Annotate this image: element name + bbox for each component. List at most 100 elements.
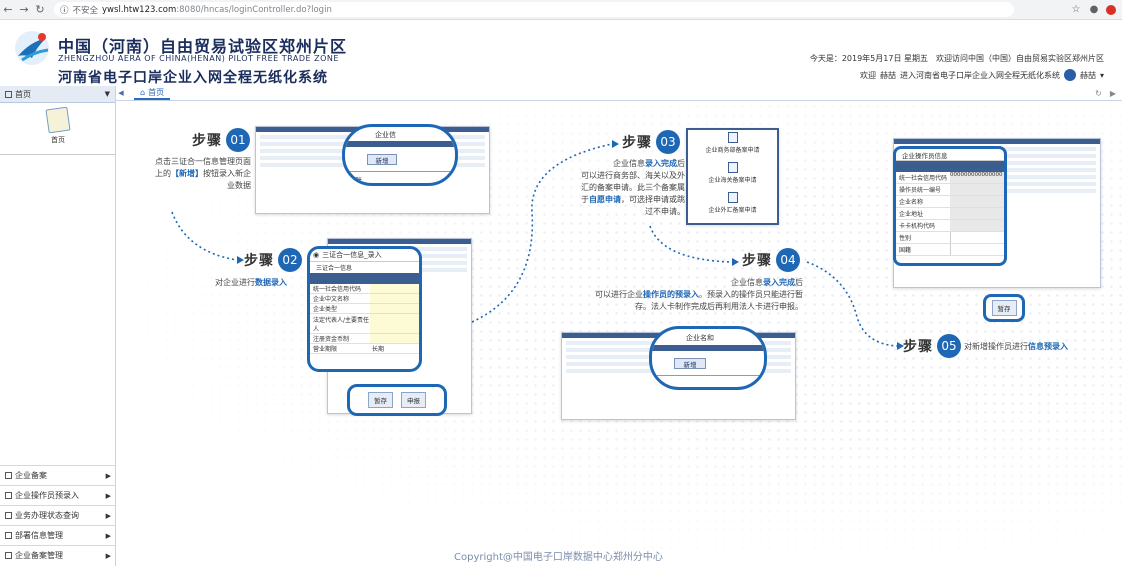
sidebar-item-operator-prerecord[interactable]: 企业操作员预录入 ▶ (0, 485, 116, 505)
desc-highlight: 数据录入 (255, 278, 287, 287)
document-icon (727, 162, 738, 173)
chevron-right-icon: ▶ (105, 551, 111, 560)
avatar[interactable] (1063, 69, 1076, 81)
field-value: 长期 (370, 344, 419, 353)
desc-text: 后 (795, 278, 803, 287)
step-word: 步骤 (742, 253, 772, 269)
address-bar[interactable]: ⓘ 不安全 ywsl.htw123.com:8080/hncas/loginCo… (54, 2, 1014, 17)
field-label: 统一社会信用代码 (313, 286, 362, 293)
shot-label: 企业名和 (686, 334, 714, 342)
desc-highlight: 录入完成 (763, 278, 795, 287)
url-path: :8080/hncas/loginController.do?login (176, 4, 332, 15)
desc-text: 上的 (155, 169, 171, 178)
menu-icon (5, 90, 12, 98)
sidebar-item-status-query[interactable]: 业务办理状态查询 ▶ (0, 505, 116, 525)
tab-home[interactable]: ⌂ 首页 (134, 86, 171, 100)
desc-text: 对新增操作员进行 (964, 342, 1028, 351)
shot-row: 立账 (345, 171, 455, 183)
desc-text: 汇的备案申请。此三个备案属 (581, 183, 685, 192)
account-icon[interactable]: ● (1088, 4, 1100, 16)
sidebar-item-label: 企业操作员预录入 (15, 491, 79, 500)
document-icon (727, 132, 738, 143)
url-host: ywsl.htw123.com (102, 4, 177, 15)
form-title: 企业操作员信息 (896, 149, 1004, 161)
sidebar-home[interactable]: 首页 (40, 106, 76, 145)
sidebar-header[interactable]: 首页 ▼ (0, 86, 115, 103)
desc-text: 可以进行商务部、海关以及外 (581, 171, 685, 180)
opera-icon[interactable] (1106, 4, 1116, 15)
desc-text: 对企业进行 (215, 278, 255, 287)
desc-highlight: 信息预录入 (1028, 342, 1068, 351)
step-word: 步骤 (244, 253, 274, 269)
tab-scroll-right-icon[interactable]: ▶ (1110, 89, 1116, 98)
desc-text: 后 (677, 159, 685, 168)
forward-icon[interactable]: → (16, 2, 32, 18)
step-5: 步骤 05 (903, 334, 961, 358)
chevron-right-icon: ▶ (105, 471, 111, 480)
save-button: 暂存 (991, 300, 1017, 316)
sidebar-item-deploy-info[interactable]: 部署信息管理 ▶ (0, 525, 116, 545)
field-label: 企业类型 (313, 306, 338, 313)
chevron-down-icon[interactable]: ▾ (1100, 71, 1104, 80)
step-number: 05 (937, 334, 961, 358)
sidebar-item-label: 企业备案管理 (15, 551, 63, 560)
step-5-description: 对新增操作员进行信息预录入 (964, 341, 1104, 353)
tab-bar: ◀ ⌂ 首页 ↻ ▶ (116, 86, 1122, 101)
step-4: 步骤 04 (742, 248, 800, 272)
menu-icon (5, 552, 12, 559)
shot-row: 表 (652, 375, 764, 387)
field-label: 法定代表人/主要责任人 (313, 316, 370, 333)
tab-scroll-left-icon[interactable]: ◀ (116, 89, 126, 97)
step-1-description: 点击三证合一信息管理页面 上的【新增】按钮录入新企 业数据 (139, 156, 251, 192)
sidebar-item-label: 业务办理状态查询 (15, 511, 79, 520)
sidebar-home-label: 首页 (51, 136, 65, 144)
menu-icon (5, 532, 12, 539)
step-2-form: ◉ 三证合一信息_录入 三证合一信息 统一社会信用代码 企业中文名称 企业类型 法… (307, 246, 422, 372)
star-icon[interactable]: ☆ (1070, 4, 1082, 16)
sidebar-item-filing-manage[interactable]: 企业备案管理 ▶ (0, 545, 116, 565)
desc-text: 可以进行企业 (595, 290, 643, 299)
add-button: 新增 (674, 358, 706, 369)
field-label: 操作员统一编号 (899, 187, 942, 194)
back-icon[interactable]: ← (0, 2, 16, 18)
chevron-down-icon[interactable]: ▼ (105, 90, 110, 98)
field-label: 注册资金币制 (313, 336, 350, 343)
desc-text: 过不申请。 (645, 207, 685, 216)
sidebar-header-label: 首页 (15, 89, 31, 99)
step-5-form: 企业操作员信息 统一社会信用代码 000000000000000 操作员统一编号 … (893, 146, 1007, 266)
divider (0, 154, 116, 155)
chevron-right-icon: ▶ (105, 511, 111, 520)
welcome-label: 欢迎 (859, 70, 876, 80)
sidebar: 首页 ▼ 首页 企业备案 ▶ 企业操作员预录入 ▶ 业务办理状态查询 ▶ 部署信息管理… (0, 86, 116, 566)
footer-copyright: Copyright@中国电子口岸数据中心郑州分中心 (454, 552, 663, 563)
reload-icon[interactable]: ↻ (32, 2, 48, 18)
field-value: 000000000000000 (950, 172, 1004, 183)
logo (15, 31, 49, 65)
add-button: 新增 (367, 154, 397, 165)
step-1-magnifier: 企业信 新增 立账 (342, 124, 458, 186)
desc-text: 。预录入的操作员只能进行暂 (699, 290, 803, 299)
system-name: 河南省电子口岸企业入网全程无纸化系统 (58, 70, 328, 86)
home-icon: ⌂ (140, 87, 146, 97)
step-4-description: 企业信息录入完成后 可以进行企业操作员的预录入。预录入的操作员只能进行暂 存。法… (553, 277, 803, 313)
field-label: 营业期限 (313, 346, 338, 353)
tab-home-label: 首页 (148, 87, 165, 97)
step-number: 04 (776, 248, 800, 272)
step-number: 01 (226, 128, 250, 152)
desc-text: ，可选择申请或跳 (621, 195, 685, 204)
menu-icon (5, 492, 12, 499)
browser-toolbar: ← → ↻ ⓘ 不安全 ywsl.htw123.com:8080/hncas/l… (0, 0, 1122, 20)
step-number: 03 (656, 130, 680, 154)
field-label: 企业名称 (899, 199, 924, 206)
sidebar-menu: 企业备案 ▶ 企业操作员预录入 ▶ 业务办理状态查询 ▶ 部署信息管理 ▶ 企业备案管理… (0, 465, 116, 565)
step-3: 步骤 03 (622, 130, 680, 154)
sidebar-item-enterprise-filing[interactable]: 企业备案 ▶ (0, 465, 116, 485)
refresh-icon[interactable]: ↻ (1095, 89, 1102, 98)
step-5-buttons: 暂存 (983, 294, 1025, 322)
card-item: 企业海关备案申请 (708, 177, 757, 184)
step-number: 02 (278, 248, 302, 272)
form-title: 三证合一信息_录入 (322, 251, 382, 259)
sidebar-item-label: 企业备案 (15, 471, 47, 480)
user-menu[interactable]: 赫喆 (1080, 70, 1096, 81)
save-button: 暂存 (368, 392, 393, 408)
